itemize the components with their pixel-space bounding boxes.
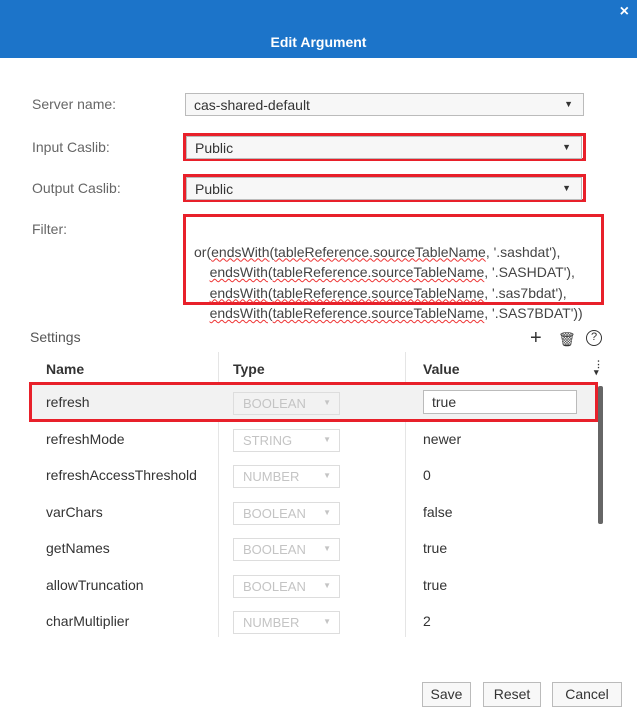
- dropdown-arrow-icon: ▼: [323, 617, 331, 626]
- type-select: NUMBER ▼: [233, 465, 340, 488]
- dropdown-arrow-icon: ▼: [323, 580, 331, 590]
- value-cell[interactable]: 2: [423, 613, 431, 629]
- filter-pre: [194, 285, 210, 301]
- highlight-box: [29, 382, 598, 422]
- name-cell: refreshMode: [46, 430, 125, 447]
- settings-label: Settings: [30, 329, 81, 345]
- dropdown-arrow-icon: ▼: [564, 99, 573, 109]
- add-icon[interactable]: +: [530, 327, 542, 350]
- name-cell: refreshAccessThreshold: [46, 467, 197, 483]
- type-value: NUMBER: [243, 469, 300, 484]
- dialog-header: Edit Argument ×: [0, 0, 637, 58]
- filter-line: endsWith(tableReference.sourceTableName,…: [194, 262, 593, 283]
- filter-arg: tableReference.sourceTableName: [272, 264, 485, 280]
- table-row[interactable]: allowTruncation BOOLEAN ▼ true: [30, 568, 596, 604]
- filter-post: , '.sashdat'),: [485, 243, 561, 260]
- server-name-select[interactable]: cas-shared-default ▼: [185, 93, 584, 116]
- input-caslib-value: Public: [195, 140, 234, 156]
- cancel-button[interactable]: Cancel: [552, 682, 622, 707]
- filter-fn: endsWith: [209, 284, 268, 301]
- value-cell[interactable]: newer: [423, 431, 461, 447]
- value-cell[interactable]: false: [423, 504, 453, 520]
- name-cell: charMultiplier: [46, 613, 130, 629]
- output-caslib-select[interactable]: Public ▼: [186, 177, 582, 200]
- output-caslib-label: Output Caslib:: [32, 180, 121, 196]
- filter-fn: endsWith: [209, 264, 268, 280]
- name-cell: getNames: [46, 540, 110, 556]
- filter-fn: endsWith: [209, 305, 268, 321]
- name-cell: allowTruncation: [46, 576, 144, 593]
- close-icon[interactable]: ×: [620, 3, 629, 21]
- filter-arg: tableReference.sourceTableName: [272, 284, 485, 301]
- table-row[interactable]: varChars BOOLEAN ▼ false: [30, 495, 596, 531]
- value-cell[interactable]: 0: [423, 467, 431, 483]
- output-caslib-value: Public: [195, 181, 234, 197]
- type-value: NUMBER: [243, 615, 300, 630]
- save-button[interactable]: Save: [422, 682, 471, 707]
- dropdown-arrow-icon: ▼: [323, 507, 331, 517]
- type-value: STRING: [243, 432, 293, 448]
- filter-pre: [194, 305, 210, 321]
- filter-arg: tableReference.sourceTableName: [272, 305, 485, 321]
- help-icon[interactable]: ?: [586, 330, 602, 346]
- table-row[interactable]: charMultiplier NUMBER ▼ 2: [30, 604, 596, 640]
- filter-line: endsWith(tableReference.sourceTableName,…: [194, 303, 593, 324]
- column-menu-icon[interactable]: ⋮ ▾: [594, 360, 603, 377]
- type-value: BOOLEAN: [243, 542, 306, 557]
- filter-arg: tableReference.sourceTableName: [274, 243, 486, 260]
- value-cell[interactable]: true: [423, 577, 447, 593]
- trash-icon[interactable]: 🗑: [558, 331, 576, 348]
- dropdown-arrow-icon: ▼: [323, 544, 331, 553]
- column-header-name[interactable]: Name: [46, 361, 84, 377]
- type-value: BOOLEAN: [243, 505, 306, 521]
- reset-button[interactable]: Reset: [483, 682, 541, 707]
- type-select: STRING ▼: [233, 428, 340, 452]
- dialog-title: Edit Argument: [270, 34, 367, 50]
- type-value: BOOLEAN: [243, 578, 306, 594]
- dropdown-arrow-icon: ▼: [323, 471, 331, 480]
- input-caslib-label: Input Caslib:: [32, 139, 110, 155]
- filter-line: or(endsWith(tableReference.sourceTableNa…: [194, 242, 593, 263]
- server-name-label: Server name:: [32, 96, 117, 112]
- dropdown-arrow-icon: ▼: [562, 142, 571, 152]
- server-name-value: cas-shared-default: [194, 97, 310, 113]
- input-caslib-select[interactable]: Public ▼: [186, 136, 582, 159]
- table-row[interactable]: refreshMode STRING ▼ newer: [30, 422, 596, 458]
- filter-fn: endsWith: [211, 243, 270, 260]
- dropdown-arrow-icon: ▼: [323, 434, 331, 444]
- type-select: BOOLEAN ▼: [233, 501, 340, 525]
- table-row[interactable]: getNames BOOLEAN ▼ true: [30, 531, 596, 567]
- filter-post: , '.SAS7BDAT')): [484, 305, 583, 321]
- filter-label: Filter:: [32, 221, 67, 237]
- column-header-value[interactable]: Value: [423, 361, 460, 377]
- scrollbar[interactable]: [598, 386, 603, 524]
- type-select: BOOLEAN ▼: [233, 538, 340, 561]
- filter-post: , '.SASHDAT'),: [484, 264, 575, 280]
- table-row[interactable]: refreshAccessThreshold NUMBER ▼ 0: [30, 458, 596, 494]
- filter-textarea[interactable]: or( endsWith(tableReference.sourceTableNa…: [186, 217, 601, 322]
- dropdown-arrow-icon: ▼: [562, 183, 571, 193]
- column-header-type[interactable]: Type: [233, 361, 265, 377]
- type-select: NUMBER ▼: [233, 611, 340, 634]
- filter-pre: [194, 264, 210, 280]
- value-cell[interactable]: true: [423, 540, 447, 556]
- filter-post: , '.sas7bdat'),: [484, 284, 567, 301]
- filter-line: endsWith(tableReference.sourceTableName,…: [194, 283, 593, 304]
- filter-pre: or(: [194, 243, 212, 260]
- name-cell: varChars: [46, 503, 103, 520]
- type-select: BOOLEAN ▼: [233, 574, 340, 598]
